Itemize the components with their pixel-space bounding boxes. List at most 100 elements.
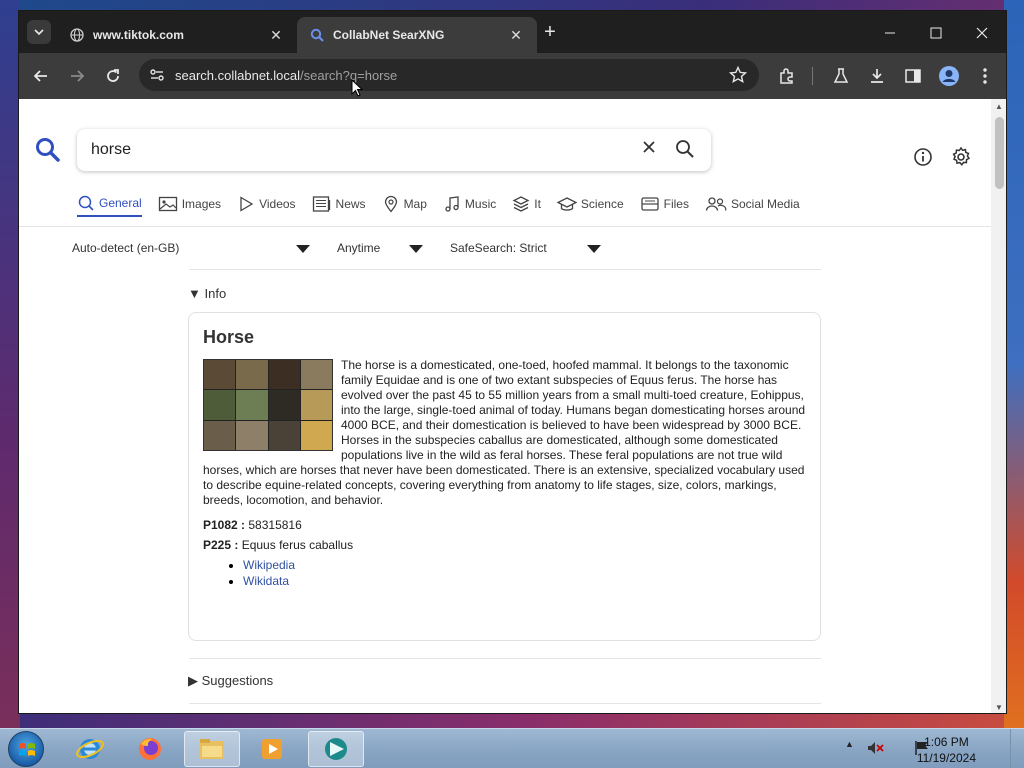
tray-overflow-icon[interactable]: ▲ — [845, 739, 854, 749]
wikidata-link[interactable]: Wikidata — [243, 574, 289, 588]
language-select[interactable]: Auto-detect (en-GB) — [72, 241, 310, 255]
close-window-button[interactable] — [959, 19, 1005, 47]
reload-button[interactable] — [101, 64, 125, 88]
safesearch-select[interactable]: SafeSearch: Strict — [450, 241, 601, 255]
arrow-left-icon — [33, 70, 47, 82]
start-button[interactable] — [8, 731, 44, 767]
minimize-button[interactable] — [867, 19, 913, 47]
profile-avatar-icon[interactable] — [937, 64, 961, 88]
people-icon — [705, 197, 727, 211]
language-value: Auto-detect (en-GB) — [72, 241, 180, 255]
taskbar-browser[interactable] — [308, 731, 364, 767]
taskbar: ▲ 1:06 PM 11/19/2024 — [0, 728, 1024, 768]
scrollbar-thumb[interactable] — [995, 117, 1004, 189]
tab-science[interactable]: Science — [556, 191, 624, 217]
wikipedia-link[interactable]: Wikipedia — [243, 558, 295, 572]
taskbar-file-explorer[interactable] — [184, 731, 240, 767]
settings-gear-icon[interactable] — [950, 146, 972, 173]
close-icon[interactable]: ✕ — [507, 27, 525, 44]
show-desktop-button[interactable] — [1010, 729, 1024, 768]
tab-videos[interactable]: Videos — [237, 191, 296, 217]
tab-it[interactable]: It — [512, 191, 541, 217]
search-icon — [78, 195, 94, 211]
new-tab-button[interactable]: + — [539, 21, 561, 44]
tab-social-media[interactable]: Social Media — [705, 191, 800, 217]
back-button[interactable] — [29, 64, 53, 88]
site-info-icon[interactable] — [149, 67, 165, 83]
tab-news[interactable]: News — [312, 191, 366, 217]
mouse-cursor-icon — [351, 78, 364, 102]
url-path: /search?q=horse — [300, 67, 398, 83]
taskbar-firefox[interactable] — [122, 731, 178, 767]
tab-general[interactable]: General — [77, 191, 142, 217]
tab-label: Science — [580, 197, 624, 211]
clear-search-icon[interactable] — [642, 140, 656, 159]
extensions-icon[interactable] — [775, 64, 799, 88]
scroll-down-icon[interactable]: ▼ — [995, 703, 1003, 712]
time-range-select[interactable]: Anytime — [337, 241, 423, 255]
caret-down-icon — [587, 245, 601, 253]
suggestions-toggle[interactable]: ▶ Suggestions — [188, 673, 273, 689]
volume-muted-icon[interactable] — [866, 739, 884, 762]
tab-tiktok[interactable]: www.tiktok.com ✕ — [57, 17, 297, 53]
info-toggle[interactable]: ▼ Info — [188, 286, 226, 301]
tab-music[interactable]: Music — [443, 191, 496, 217]
download-icon[interactable] — [865, 64, 889, 88]
folder-icon — [200, 739, 224, 759]
triangle-right-icon: ▶ — [188, 673, 198, 688]
close-icon[interactable]: ✕ — [267, 27, 285, 44]
side-panel-icon[interactable] — [901, 64, 925, 88]
infobox-image[interactable] — [203, 359, 333, 451]
filters-divider — [189, 269, 821, 270]
internet-explorer-icon — [76, 739, 104, 759]
tab-label: News — [335, 197, 366, 211]
labs-flask-icon[interactable] — [829, 64, 853, 88]
tab-label: Files — [663, 197, 689, 211]
firefox-icon — [139, 738, 161, 760]
address-bar[interactable]: search.collabnet.local/search?q=horse — [139, 59, 759, 91]
tab-images[interactable]: Images — [158, 191, 221, 217]
desktop-background-right — [1004, 0, 1024, 728]
tab-label: It — [534, 197, 541, 211]
toolbar-separator — [812, 67, 813, 85]
infobox-properties: P1082 : 58315816 P225 : Equus ferus caba… — [203, 518, 806, 552]
tab-title: www.tiktok.com — [93, 28, 184, 42]
property-key: P1082 : — [203, 518, 246, 532]
browser-app-icon — [325, 738, 347, 760]
tab-label: Social Media — [730, 197, 800, 211]
menu-kebab-icon[interactable] — [973, 64, 997, 88]
suggestions-divider-bottom — [189, 703, 821, 704]
search-input[interactable] — [91, 138, 611, 162]
bookmark-star-icon[interactable] — [728, 65, 748, 89]
newspaper-icon — [312, 196, 330, 212]
browser-window: www.tiktok.com ✕ CollabNet SearXNG ✕ + s… — [18, 10, 1007, 714]
tab-collabnet-searxng[interactable]: CollabNet SearXNG ✕ — [297, 17, 537, 53]
browser-toolbar: search.collabnet.local/search?q=horse — [19, 53, 1006, 99]
academic-cap-icon — [556, 197, 577, 211]
tab-search-button[interactable] — [27, 20, 51, 44]
forward-button[interactable] — [65, 64, 89, 88]
globe-icon — [69, 27, 85, 43]
infobox-links: Wikipedia Wikidata — [243, 558, 806, 588]
searxng-logo-icon[interactable] — [35, 137, 61, 168]
media-player-icon — [262, 739, 282, 759]
safesearch-value: SafeSearch: Strict — [450, 241, 547, 255]
maximize-icon — [930, 27, 942, 39]
system-clock[interactable]: 1:06 PM 11/19/2024 — [917, 734, 976, 766]
time-value: Anytime — [337, 241, 381, 255]
property-value: Equus ferus caballus — [241, 538, 354, 552]
tab-map[interactable]: Map — [382, 191, 427, 217]
search-submit-icon[interactable] — [675, 139, 695, 164]
page-scrollbar[interactable]: ▲ ▼ — [991, 99, 1006, 713]
about-info-icon[interactable] — [913, 147, 933, 172]
maximize-button[interactable] — [913, 19, 959, 47]
taskbar-media-player[interactable] — [244, 731, 300, 767]
tab-strip: www.tiktok.com ✕ CollabNet SearXNG ✕ + — [19, 11, 1006, 53]
scroll-up-icon[interactable]: ▲ — [995, 102, 1003, 111]
taskbar-internet-explorer[interactable] — [62, 731, 118, 767]
tab-files[interactable]: Files — [640, 191, 689, 217]
arrow-right-icon — [71, 70, 85, 82]
list-item: Wikidata — [243, 574, 806, 588]
map-pin-icon — [384, 195, 397, 213]
layers-icon — [512, 196, 530, 212]
